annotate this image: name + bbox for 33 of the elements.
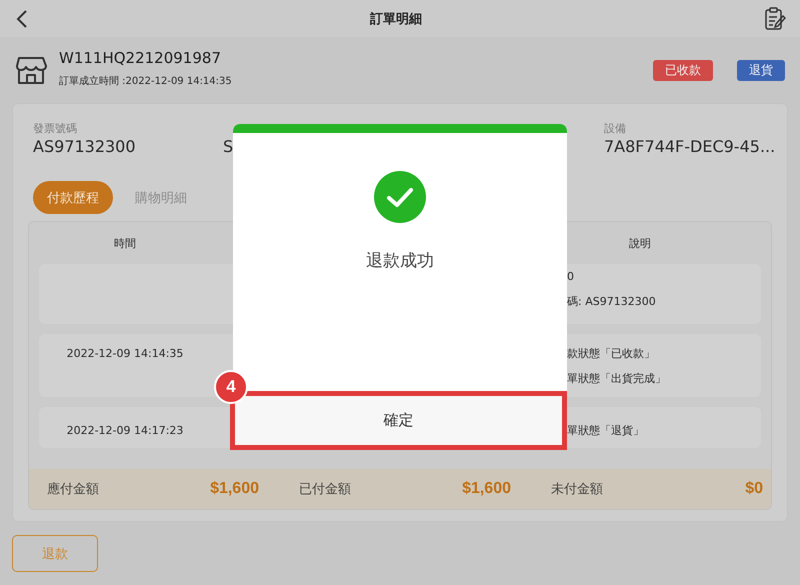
description-line: 0 [567, 269, 575, 285]
field-label: 發票號碼 [33, 121, 78, 135]
time-cell-text: 2022-12-09 14:14:35 [66, 346, 184, 362]
order-created-time: 訂單成立時間 :2022-12-09 14:14:35 [59, 74, 233, 88]
time-cell-text: 2022-12-09 14:17:23 [66, 423, 184, 439]
field-value: 7A8F744F-DEC9-45... [604, 137, 776, 156]
tab[interactable]: 購物明細 [121, 181, 201, 214]
description-line: 單狀態「出貨完成」 [567, 371, 666, 387]
total-amount: $0 [745, 480, 763, 498]
column-header: 說明 [628, 236, 651, 250]
store-icon [15, 55, 47, 85]
field-value: S [223, 137, 234, 156]
total-label: 已付金額 [299, 481, 351, 498]
tab[interactable]: 付款歷程 [33, 181, 113, 214]
success-check-icon [374, 171, 426, 223]
field-value: AS97132300 [33, 137, 137, 156]
column-header: 時間 [113, 236, 137, 250]
description-line: 款狀態「已收款」 [567, 346, 656, 362]
description-line: 單狀態「退貨」 [567, 423, 644, 439]
description-line: 碼: AS97132300 [567, 294, 656, 310]
total-label: 未付金額 [551, 481, 603, 498]
total-label: 應付金額 [47, 481, 99, 498]
confirm-button[interactable]: 確定 [235, 396, 562, 445]
page-title: 訂單明細 [370, 10, 422, 28]
field-label: 設備 [604, 121, 627, 135]
order-number: W111HQ2212091987 [59, 48, 222, 66]
action-button[interactable]: 退貨 [737, 60, 785, 80]
back-button[interactable] [16, 10, 28, 28]
action-button[interactable]: 已收款 [653, 60, 713, 80]
total-amount: $1,600 [210, 480, 259, 498]
clipboard-edit-icon[interactable] [764, 6, 786, 30]
total-amount: $1,600 [462, 480, 511, 498]
dialog-title: 退款成功 [366, 250, 434, 272]
